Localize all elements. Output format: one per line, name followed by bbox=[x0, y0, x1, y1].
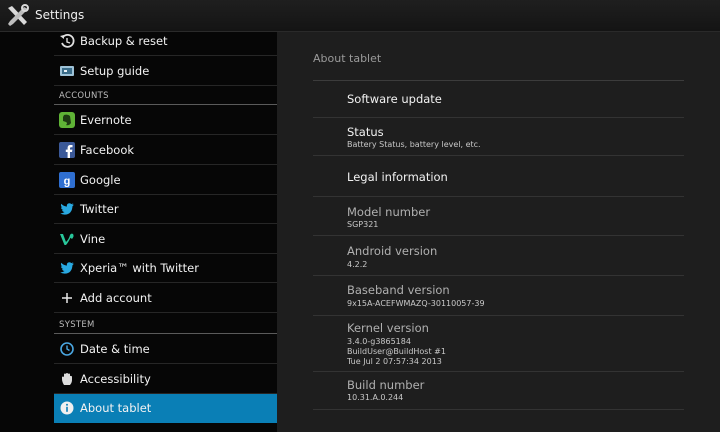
item-title: Model number bbox=[347, 205, 431, 219]
google-icon: g bbox=[59, 172, 75, 188]
item-summary: Tue Jul 2 07:57:34 2013 bbox=[347, 357, 442, 366]
settings-tools-icon[interactable] bbox=[5, 3, 31, 29]
software-update-item[interactable]: Software update bbox=[313, 81, 684, 118]
sidebar-item-facebook[interactable]: Facebook bbox=[54, 136, 277, 165]
setup-guide-icon bbox=[60, 66, 74, 76]
backup-reset-icon bbox=[60, 33, 75, 48]
evernote-icon bbox=[59, 112, 75, 128]
item-title: Build number bbox=[347, 378, 425, 392]
section-header-system: SYSTEM bbox=[59, 320, 95, 330]
settings-sidebar: Backup & reset Setup guide ACCOUNTS Ever… bbox=[0, 32, 277, 432]
sidebar-item-label: Date & time bbox=[80, 342, 150, 356]
sidebar-item-date-time[interactable]: Date & time bbox=[54, 335, 277, 364]
clock-icon bbox=[60, 342, 74, 356]
about-tablet-pane: About tablet Software update Status Batt… bbox=[277, 32, 720, 432]
vine-icon bbox=[60, 233, 74, 245]
item-summary: 3.4.0-g3865184 bbox=[347, 337, 411, 346]
sidebar-item-label: Setup guide bbox=[80, 64, 150, 78]
section-divider bbox=[54, 104, 277, 105]
svg-text:g: g bbox=[64, 176, 71, 188]
android-version-item[interactable]: Android version 4.2.2 bbox=[313, 236, 684, 276]
item-title: Baseband version bbox=[347, 283, 450, 297]
twitter-icon bbox=[60, 262, 74, 274]
sidebar-item-vine[interactable]: Vine bbox=[54, 225, 277, 254]
model-number-item: Model number SGP321 bbox=[313, 197, 684, 236]
sidebar-item-label: Vine bbox=[80, 232, 106, 246]
hand-icon bbox=[62, 373, 72, 385]
sidebar-item-label: Evernote bbox=[80, 113, 132, 127]
sidebar-item-xperia-twitter[interactable]: Xperia™ with Twitter bbox=[54, 254, 277, 283]
sidebar-item-label: About tablet bbox=[80, 401, 152, 415]
sidebar-item-accessibility[interactable]: Accessibility bbox=[54, 365, 277, 394]
item-summary: 10.31.A.0.244 bbox=[347, 393, 404, 402]
sidebar-item-about-tablet[interactable]: About tablet bbox=[54, 394, 277, 423]
app-title: Settings bbox=[35, 8, 85, 22]
sidebar-item-label: Backup & reset bbox=[80, 34, 168, 48]
add-account-button[interactable]: Add account bbox=[54, 284, 277, 313]
baseband-version-item: Baseband version 9x15A-ACEFWMAZQ-3011005… bbox=[313, 276, 684, 316]
sidebar-item-google[interactable]: g Google bbox=[54, 166, 277, 195]
item-title: Legal information bbox=[347, 170, 448, 184]
twitter-icon bbox=[60, 203, 74, 215]
section-divider bbox=[54, 333, 277, 334]
legal-information-item[interactable]: Legal information bbox=[313, 156, 684, 197]
facebook-icon bbox=[59, 142, 75, 158]
sidebar-item-label: Xperia™ with Twitter bbox=[80, 261, 199, 275]
item-summary: SGP321 bbox=[347, 220, 379, 229]
item-title: Software update bbox=[347, 92, 442, 106]
sidebar-item-label: Add account bbox=[80, 291, 152, 305]
section-header-accounts: ACCOUNTS bbox=[59, 91, 109, 101]
item-title: Kernel version bbox=[347, 321, 429, 335]
sidebar-item-evernote[interactable]: Evernote bbox=[54, 106, 277, 135]
item-summary: Battery Status, battery level, etc. bbox=[347, 140, 481, 149]
item-title: Status bbox=[347, 125, 384, 139]
page-title: About tablet bbox=[313, 52, 382, 65]
item-summary: BuildUser@BuildHost #1 bbox=[347, 347, 446, 356]
sidebar-item-label: Google bbox=[80, 173, 121, 187]
build-number-item: Build number 10.31.A.0.244 bbox=[313, 372, 684, 410]
plus-icon bbox=[62, 293, 72, 303]
kernel-version-item: Kernel version 3.4.0-g3865184 BuildUser@… bbox=[313, 316, 684, 372]
item-title: Android version bbox=[347, 244, 438, 258]
sidebar-item-setup-guide[interactable]: Setup guide bbox=[54, 57, 277, 86]
item-summary: 4.2.2 bbox=[347, 260, 368, 269]
status-item[interactable]: Status Battery Status, battery level, et… bbox=[313, 118, 684, 156]
info-icon bbox=[60, 401, 74, 415]
sidebar-item-label: Twitter bbox=[80, 202, 119, 216]
sidebar-item-label: Accessibility bbox=[80, 372, 151, 386]
sidebar-item-twitter[interactable]: Twitter bbox=[54, 195, 277, 224]
item-summary: 9x15A-ACEFWMAZQ-30110057-39 bbox=[347, 299, 485, 308]
sidebar-item-backup-reset[interactable]: Backup & reset bbox=[54, 27, 277, 56]
sidebar-item-label: Facebook bbox=[80, 143, 135, 157]
